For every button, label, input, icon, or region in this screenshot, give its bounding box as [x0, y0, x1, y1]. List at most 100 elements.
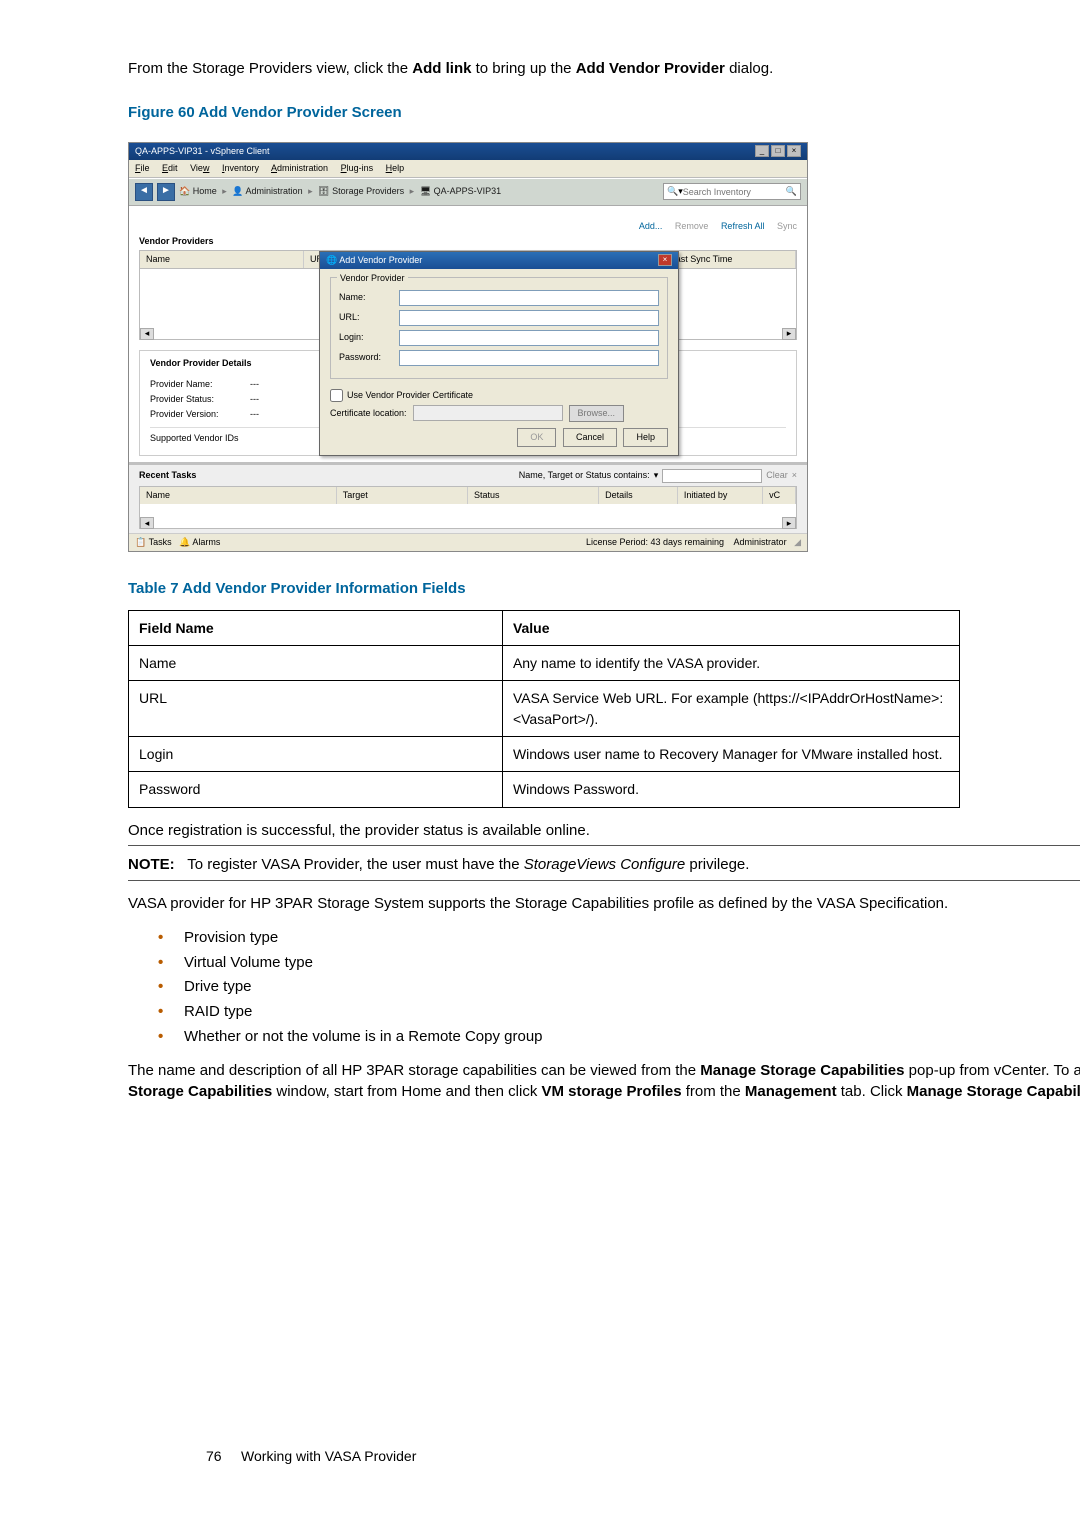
rscroll-left[interactable]: ◂	[140, 517, 154, 529]
breadcrumb-storage-providers[interactable]: Storage Providers	[332, 186, 404, 196]
tasks-icon[interactable]: 📋	[135, 537, 146, 547]
login-label: Login:	[339, 331, 399, 344]
menu-file[interactable]: FFileile	[135, 163, 150, 173]
dialog-close-button[interactable]: ×	[658, 254, 672, 266]
menu-help[interactable]: Help	[386, 163, 405, 173]
rcol-status[interactable]: Status	[468, 487, 599, 504]
maximize-button[interactable]: □	[771, 145, 785, 157]
toolbar: ◄ ► 🏠 Home ▸ 👤 Administration ▸ 🗄 Storag…	[129, 178, 807, 206]
table-row: URL VASA Service Web URL. For example (h…	[129, 681, 960, 737]
window-title: QA-APPS-VIP31 - vSphere Client	[135, 145, 270, 158]
filter-input[interactable]	[662, 469, 762, 483]
dialog-titlebar: 🌐 Add Vendor Provider ×	[320, 252, 678, 269]
breadcrumb-home[interactable]: Home	[193, 186, 217, 196]
breadcrumb-host[interactable]: QA-APPS-VIP31	[434, 186, 502, 196]
provider-status-label: Provider Status:	[150, 393, 250, 406]
resize-grip-icon[interactable]: ◢	[794, 537, 801, 547]
menu-administration[interactable]: Administration	[271, 163, 328, 173]
rcol-name[interactable]: Name	[140, 487, 337, 504]
search-input[interactable]	[683, 187, 783, 197]
figure-caption: Figure 60 Add Vendor Provider Screen	[128, 102, 1080, 124]
intro-text-b: to bring up the	[471, 60, 575, 77]
home-icon[interactable]: 🏠	[179, 186, 190, 196]
status-tasks[interactable]: Tasks	[149, 537, 172, 547]
horizontal-rule	[128, 880, 1080, 881]
final-paragraph: The name and description of all HP 3PAR …	[128, 1060, 1080, 1104]
alarms-icon[interactable]: 🔔	[179, 537, 190, 547]
note-paragraph: NOTE: To register VASA Provider, the use…	[128, 854, 1080, 876]
scroll-left-button[interactable]: ◂	[140, 328, 154, 340]
close-button[interactable]: ×	[787, 145, 801, 157]
col-name[interactable]: Name	[140, 251, 304, 268]
final-b5: Manage Storage Capabilities	[907, 1083, 1080, 1100]
breadcrumb-admin[interactable]: Administration	[246, 186, 303, 196]
rcol-target[interactable]: Target	[337, 487, 468, 504]
page-footer: 76 Working with VASA Provider	[206, 1446, 416, 1466]
rscroll-right[interactable]: ▸	[782, 517, 796, 529]
final-c: pop-up from vCenter. To access the	[905, 1062, 1080, 1079]
list-item: Provision type	[158, 927, 1080, 949]
filter-dropdown-icon[interactable]: ▾	[654, 469, 659, 482]
status-alarms[interactable]: Alarms	[192, 537, 220, 547]
menu-plugins[interactable]: Plug-ins	[341, 163, 374, 173]
final-b1: Manage Storage Capabilities	[700, 1062, 904, 1079]
scroll-right-button[interactable]: ▸	[782, 328, 796, 340]
status-bar: 📋 Tasks 🔔 Alarms License Period: 43 days…	[129, 533, 807, 551]
recent-tasks-table: Name Target Status Details Initiated by …	[139, 486, 797, 529]
search-box[interactable]: 🔍▾ 🔍	[663, 183, 801, 200]
dialog-title-text: Add Vendor Provider	[339, 255, 422, 265]
url-input[interactable]	[399, 310, 659, 326]
vendor-provider-group: Vendor Provider Name: URL: Login: Passwo…	[330, 277, 668, 379]
login-input[interactable]	[399, 330, 659, 346]
add-link[interactable]: Add...	[639, 221, 663, 231]
nav-back-button[interactable]: ◄	[135, 183, 153, 201]
col-last-sync[interactable]: Last Sync Time	[665, 251, 796, 268]
password-input[interactable]	[399, 350, 659, 366]
field-name: Login	[129, 737, 503, 772]
table-row: Login Windows user name to Recovery Mana…	[129, 737, 960, 772]
col-field-name: Field Name	[139, 620, 214, 636]
rcol-vc[interactable]: vC	[763, 487, 796, 504]
field-value: VASA Service Web URL. For example (https…	[502, 681, 959, 737]
use-cert-checkbox[interactable]	[330, 389, 343, 402]
close-panel-icon[interactable]: ×	[792, 469, 797, 482]
search-go-icon[interactable]: 🔍	[786, 185, 797, 198]
browse-button: Browse...	[569, 405, 625, 422]
screenshot-window: QA-APPS-VIP31 - vSphere Client _ □ × FFi…	[128, 142, 808, 553]
search-icon: 🔍▾	[667, 185, 683, 198]
storage-icon: 🗄	[318, 186, 329, 196]
recent-tasks-panel: Recent Tasks Name, Target or Status cont…	[129, 462, 807, 533]
table-caption: Table 7 Add Vendor Provider Information …	[128, 578, 1080, 600]
menu-edit[interactable]: Edit	[162, 163, 178, 173]
field-name: Password	[129, 772, 503, 807]
clear-button[interactable]: Clear	[766, 469, 788, 482]
menu-view[interactable]: View	[190, 163, 209, 173]
recent-filter: Name, Target or Status contains: ▾ Clear…	[519, 469, 797, 483]
intro-text-c: dialog.	[725, 60, 773, 77]
field-name: URL	[129, 681, 503, 737]
host-icon: 🖥	[420, 186, 431, 196]
url-label: URL:	[339, 311, 399, 324]
dialog-body: Vendor Provider Name: URL: Login: Passwo…	[320, 269, 678, 455]
menu-inventory[interactable]: Inventory	[222, 163, 259, 173]
nav-forward-button[interactable]: ►	[157, 183, 175, 201]
status-license: License Period: 43 days remaining	[586, 537, 724, 547]
name-input[interactable]	[399, 290, 659, 306]
cert-checkbox-row: Use Vendor Provider Certificate	[330, 389, 668, 402]
final-b3: VM storage Profiles	[542, 1083, 682, 1100]
refresh-all-link[interactable]: Refresh All	[721, 221, 765, 231]
help-button[interactable]: Help	[623, 428, 668, 447]
list-item: Virtual Volume type	[158, 952, 1080, 974]
field-value: Windows user name to Recovery Manager fo…	[502, 737, 959, 772]
field-value: Windows Password.	[502, 772, 959, 807]
window-titlebar: QA-APPS-VIP31 - vSphere Client _ □ ×	[129, 143, 807, 160]
provider-name-value: ---	[250, 378, 259, 391]
rcol-initiated[interactable]: Initiated by	[678, 487, 763, 504]
rcol-details[interactable]: Details	[599, 487, 678, 504]
minimize-button[interactable]: _	[755, 145, 769, 157]
cancel-button[interactable]: Cancel	[563, 428, 617, 447]
table-header-row: Field Name Value	[129, 610, 960, 645]
cert-location-input	[413, 405, 563, 421]
intro-bold-addlink: Add link	[412, 60, 471, 77]
note-italic: StorageViews Configure	[524, 856, 685, 873]
